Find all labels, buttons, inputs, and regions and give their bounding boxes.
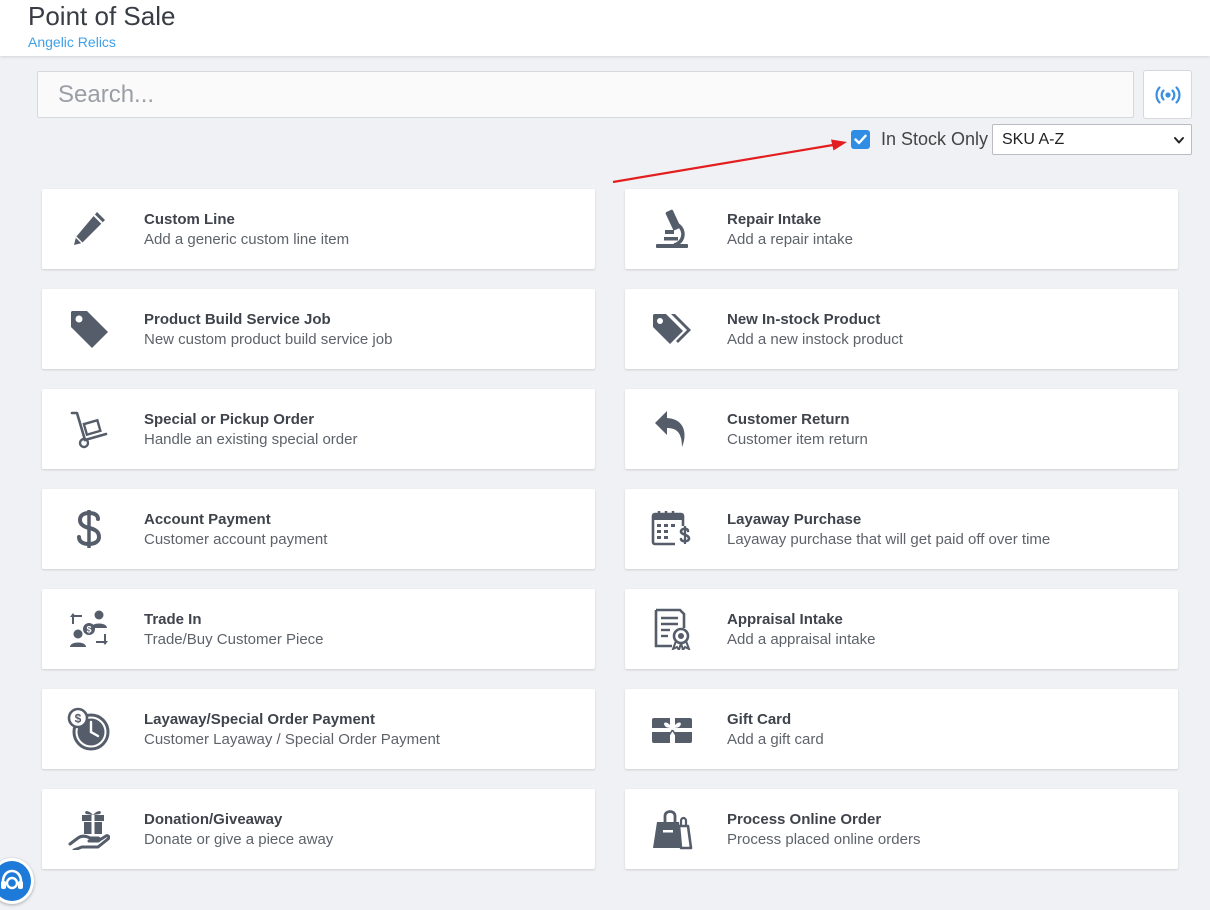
- svg-text:$: $: [75, 712, 82, 726]
- card-subtitle: Customer item return: [727, 431, 868, 448]
- in-stock-filter: In Stock Only: [851, 128, 988, 150]
- chevron-down-icon: [1174, 137, 1184, 144]
- card-title: Trade In: [144, 611, 202, 628]
- card-subtitle: Add a gift card: [727, 731, 824, 748]
- card-title: Layaway/Special Order Payment: [144, 711, 375, 728]
- broadcast-icon: [1154, 85, 1181, 104]
- custom-line-card[interactable]: Custom Line Add a generic custom line it…: [42, 189, 595, 269]
- microscope-icon: [649, 207, 695, 251]
- gift-hand-icon: [66, 807, 112, 851]
- card-subtitle: Handle an existing special order: [144, 431, 358, 448]
- card-title: Customer Return: [727, 411, 850, 428]
- card-title: New In-stock Product: [727, 311, 881, 328]
- card-title: Gift Card: [727, 711, 792, 728]
- checkmark-icon: [854, 134, 867, 144]
- gift-card-card[interactable]: Gift Card Add a gift card: [625, 689, 1178, 769]
- card-subtitle: Add a repair intake: [727, 231, 853, 248]
- certificate-icon: [649, 607, 695, 651]
- shopping-bag-icon: [649, 807, 695, 851]
- card-title: Process Online Order: [727, 811, 882, 828]
- product-build-service-job-card[interactable]: Product Build Service Job New custom pro…: [42, 289, 595, 369]
- dollar-icon: [66, 507, 112, 551]
- tag-icon: [66, 307, 112, 351]
- customer-return-card[interactable]: Customer Return Customer item return: [625, 389, 1178, 469]
- gift-card-icon: [649, 707, 695, 751]
- appraisal-intake-card[interactable]: Appraisal Intake Add a appraisal intake: [625, 589, 1178, 669]
- in-stock-label[interactable]: In Stock Only: [881, 128, 988, 150]
- process-online-order-card[interactable]: Process Online Order Process placed onli…: [625, 789, 1178, 869]
- time-money-icon: $: [66, 707, 112, 751]
- in-stock-checkbox[interactable]: [851, 129, 870, 149]
- card-subtitle: Add a new instock product: [727, 331, 903, 348]
- card-subtitle: Customer account payment: [144, 531, 328, 548]
- svg-text:$: $: [86, 625, 91, 635]
- card-subtitle: Process placed online orders: [727, 831, 921, 848]
- app-header: Point of Sale Angelic Relics: [0, 0, 1210, 56]
- layaway-purchase-card[interactable]: Layaway Purchase Layaway purchase that w…: [625, 489, 1178, 569]
- card-title: Custom Line: [144, 211, 235, 228]
- card-title: Account Payment: [144, 511, 271, 528]
- account-payment-card[interactable]: Account Payment Customer account payment: [42, 489, 595, 569]
- store-name[interactable]: Angelic Relics: [28, 34, 116, 50]
- page-title: Point of Sale: [28, 1, 176, 31]
- sort-selected-value: SKU A-Z: [1002, 130, 1065, 148]
- layaway-special-order-payment-card[interactable]: $ Layaway/Special Order Payment Customer…: [42, 689, 595, 769]
- help-widget-button[interactable]: [0, 858, 34, 904]
- card-subtitle: Layaway purchase that will get paid off …: [727, 531, 1051, 548]
- card-title: Product Build Service Job: [144, 311, 331, 328]
- donation-giveaway-card[interactable]: Donation/Giveaway Donate or give a piece…: [42, 789, 595, 869]
- card-subtitle: Add a generic custom line item: [144, 231, 350, 248]
- card-title: Donation/Giveaway: [144, 811, 283, 828]
- search-input[interactable]: [37, 71, 1134, 118]
- calendar-dollar-icon: [649, 507, 695, 551]
- repair-intake-card[interactable]: Repair Intake Add a repair intake: [625, 189, 1178, 269]
- card-subtitle: New custom product build service job: [144, 331, 393, 348]
- dolly-icon: [66, 407, 112, 451]
- trade-in-card[interactable]: $ Trade In Trade/Buy Customer Piece: [42, 589, 595, 669]
- new-in-stock-product-card[interactable]: New In-stock Product Add a new instock p…: [625, 289, 1178, 369]
- card-title: Special or Pickup Order: [144, 411, 315, 428]
- card-title: Layaway Purchase: [727, 511, 862, 528]
- sort-select[interactable]: SKU A-Z: [992, 124, 1192, 155]
- scan-button[interactable]: [1143, 70, 1192, 119]
- card-title: Appraisal Intake: [727, 611, 843, 628]
- reply-icon: [649, 407, 695, 451]
- card-subtitle: Customer Layaway / Special Order Payment: [144, 731, 440, 748]
- pencil-icon: [66, 207, 112, 251]
- tags-icon: [649, 307, 695, 351]
- card-subtitle: Trade/Buy Customer Piece: [144, 631, 324, 648]
- support-agent-icon: [1, 869, 23, 890]
- special-or-pickup-order-card[interactable]: Special or Pickup Order Handle an existi…: [42, 389, 595, 469]
- card-subtitle: Add a appraisal intake: [727, 631, 876, 648]
- card-subtitle: Donate or give a piece away: [144, 831, 334, 848]
- card-title: Repair Intake: [727, 211, 822, 228]
- trade-exchange-icon: $: [66, 607, 112, 651]
